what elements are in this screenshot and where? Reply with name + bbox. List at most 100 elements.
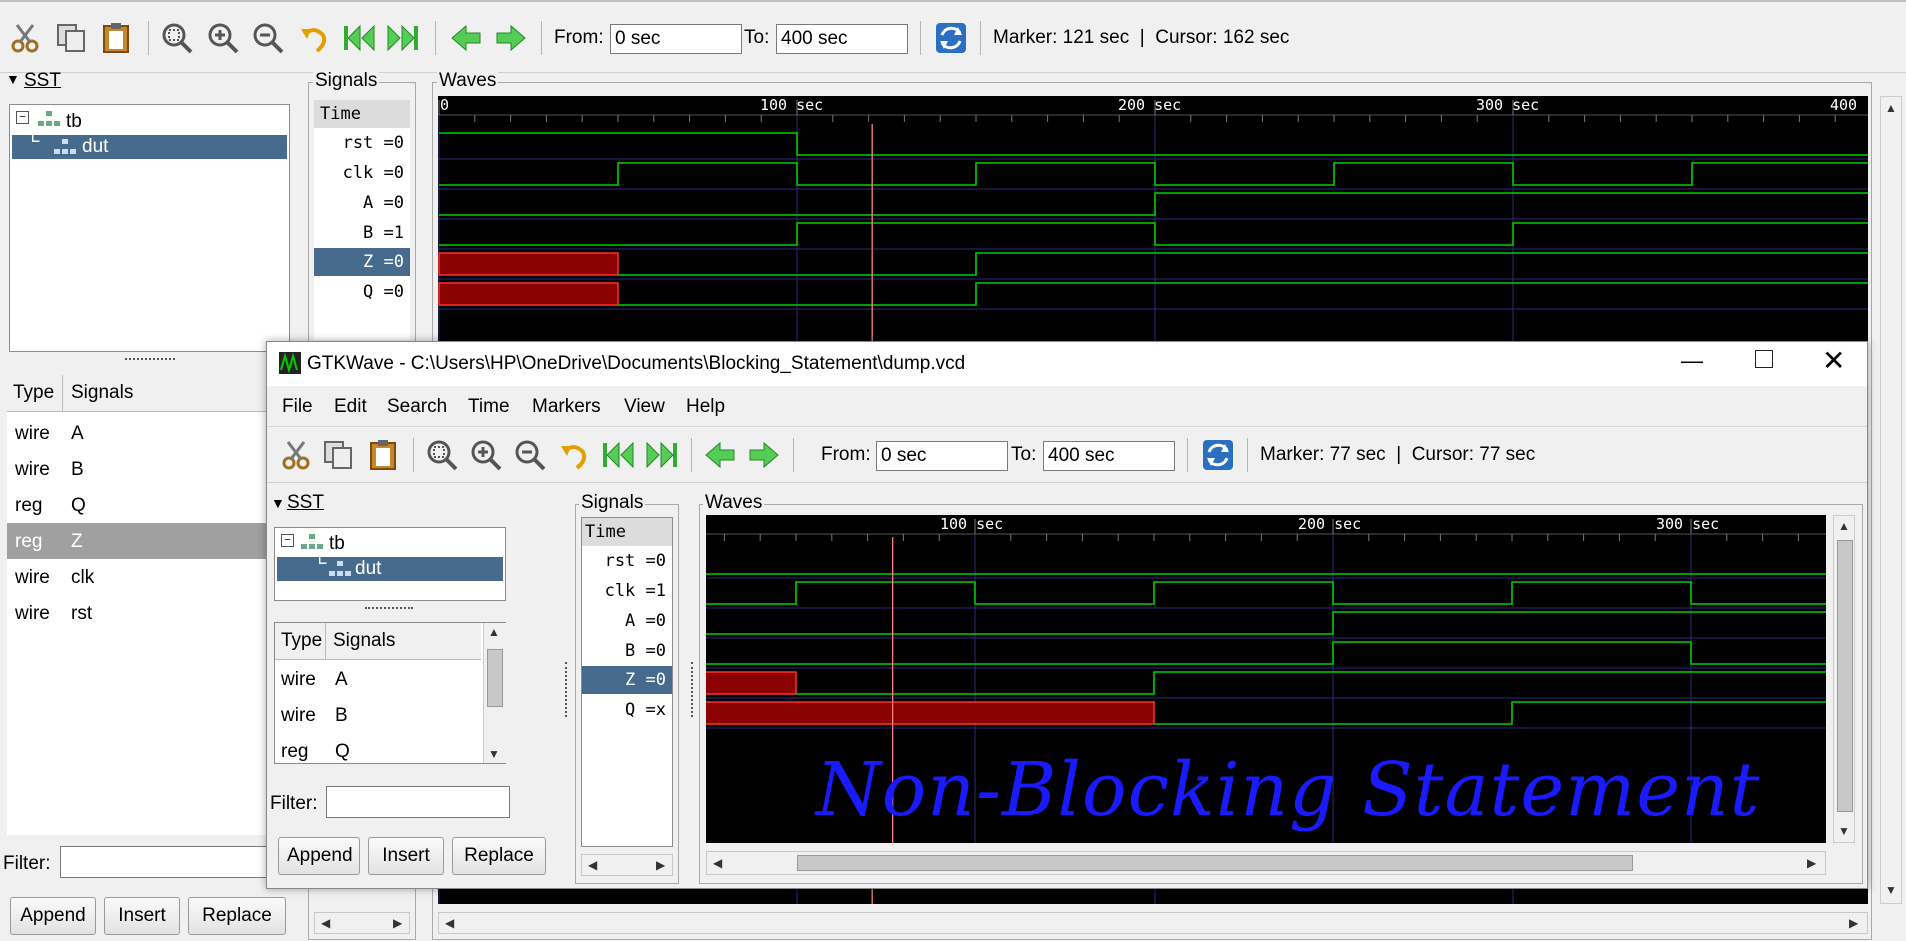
signal-row[interactable]: B =1 <box>314 219 410 247</box>
zoom-to-end-icon[interactable] <box>645 438 679 472</box>
scroll-thumb[interactable] <box>1837 540 1853 812</box>
copy-icon[interactable] <box>54 21 88 55</box>
zoom-in-icon[interactable] <box>206 21 240 55</box>
scroll-down-icon[interactable]: ▼ <box>488 747 500 761</box>
scroll-right-icon[interactable]: ▶ <box>393 916 402 930</box>
pane-resize-handle[interactable] <box>365 607 413 613</box>
signals-hscrollbar[interactable]: ◀ ▶ <box>581 854 673 876</box>
zoom-fit-icon[interactable] <box>160 21 194 55</box>
type-column-header[interactable]: Type <box>13 382 54 404</box>
signal-row[interactable]: clk =1 <box>582 577 672 605</box>
tree-item-dut-row[interactable]: └ dut <box>277 553 503 581</box>
paste-icon[interactable] <box>366 438 400 472</box>
expander-arrow-icon[interactable]: ▼ <box>271 495 285 511</box>
signal-row[interactable]: Q =x <box>582 696 672 724</box>
scroll-left-icon[interactable]: ◀ <box>588 858 597 872</box>
signal-row[interactable]: B =0 <box>582 637 672 665</box>
scroll-thumb[interactable] <box>797 855 1633 871</box>
from-input[interactable] <box>876 441 1008 471</box>
maximize-icon[interactable] <box>1755 350 1773 368</box>
decl-row[interactable]: reg Q <box>7 487 267 523</box>
signal-row[interactable]: A =0 <box>314 189 410 217</box>
tree-item-tb[interactable]: tb <box>66 111 82 133</box>
close-icon[interactable]: ✕ <box>1822 344 1845 377</box>
decl-row[interactable]: wire B <box>7 451 267 487</box>
decl-row[interactable]: wire B <box>275 697 481 733</box>
copy-icon[interactable] <box>321 438 355 472</box>
decl-row-selected[interactable]: reg Z <box>7 523 267 559</box>
signal-row-selected[interactable]: Z =0 <box>314 248 410 276</box>
waves-vscrollbar[interactable]: ▲ ▼ <box>1880 96 1902 904</box>
pane-resize-handle[interactable] <box>565 662 570 717</box>
scroll-left-icon[interactable]: ◀ <box>321 916 330 930</box>
pane-resize-handle[interactable] <box>125 358 175 364</box>
menu-file[interactable]: File <box>282 396 313 418</box>
decl-row[interactable]: wire clk <box>7 559 267 595</box>
menu-markers[interactable]: Markers <box>532 396 601 418</box>
waves-hscrollbar[interactable]: ◀ ▶ <box>438 912 1868 934</box>
find-next-edge-icon[interactable] <box>494 21 528 55</box>
cut-icon[interactable] <box>8 21 42 55</box>
signals-hscrollbar[interactable]: ◀ ▶ <box>314 912 410 934</box>
signal-row[interactable]: Q =0 <box>314 278 410 306</box>
insert-button[interactable]: Insert <box>368 837 444 875</box>
zoom-out-icon[interactable] <box>513 438 547 472</box>
pane-resize-handle[interactable] <box>691 662 696 717</box>
filter-input[interactable] <box>60 846 270 878</box>
replace-button[interactable]: Replace <box>188 897 286 935</box>
to-input[interactable] <box>1043 441 1175 471</box>
append-button[interactable]: Append <box>10 897 96 935</box>
title-bar[interactable]: GTKWave - C:\Users\HP\OneDrive\Documents… <box>267 342 1867 386</box>
undo-zoom-icon[interactable] <box>557 438 591 472</box>
undo-zoom-icon[interactable] <box>297 21 331 55</box>
collapse-icon[interactable]: − <box>16 111 29 124</box>
menu-edit[interactable]: Edit <box>334 396 367 418</box>
zoom-to-start-icon[interactable] <box>601 438 635 472</box>
replace-button[interactable]: Replace <box>452 837 546 875</box>
decl-vscrollbar[interactable]: ▲ ▼ <box>483 623 506 763</box>
insert-button[interactable]: Insert <box>104 897 180 935</box>
waves-vscrollbar[interactable]: ▲ ▼ <box>1833 515 1855 843</box>
tree-item-dut-row[interactable]: └ dut <box>12 131 287 159</box>
signal-row-selected[interactable]: Z =0 <box>582 666 672 694</box>
scroll-right-icon[interactable]: ▶ <box>1849 916 1858 930</box>
zoom-to-end-icon[interactable] <box>386 21 420 55</box>
from-input[interactable] <box>610 24 742 54</box>
scroll-left-icon[interactable]: ◀ <box>445 916 454 930</box>
waves-hscrollbar[interactable]: ◀ ▶ <box>706 851 1826 875</box>
zoom-fit-icon[interactable] <box>425 438 459 472</box>
signal-row[interactable]: clk =0 <box>314 159 410 187</box>
menu-help[interactable]: Help <box>686 396 725 418</box>
cut-icon[interactable] <box>279 438 313 472</box>
menu-time[interactable]: Time <box>468 396 510 418</box>
scroll-thumb[interactable] <box>487 649 503 707</box>
type-column-header[interactable]: Type <box>281 630 322 652</box>
decl-row[interactable]: wire rst <box>7 595 267 631</box>
wave-canvas[interactable]: 100 sec 200 sec 300 sec Non-Blocking Sta… <box>706 515 1826 843</box>
scroll-right-icon[interactable]: ▶ <box>656 858 665 872</box>
scroll-up-icon[interactable]: ▲ <box>1838 519 1850 533</box>
minimize-icon[interactable]: — <box>1681 348 1703 374</box>
signal-row[interactable]: A =0 <box>582 607 672 635</box>
reload-icon[interactable] <box>1201 438 1235 472</box>
signal-row[interactable]: rst =0 <box>314 129 410 157</box>
reload-icon[interactable] <box>934 21 968 55</box>
menu-search[interactable]: Search <box>387 396 447 418</box>
zoom-to-start-icon[interactable] <box>342 21 376 55</box>
filter-input[interactable] <box>326 786 510 818</box>
scroll-right-icon[interactable]: ▶ <box>1807 856 1816 870</box>
decl-row[interactable]: wire A <box>275 661 481 697</box>
zoom-out-icon[interactable] <box>251 21 285 55</box>
decl-row[interactable]: wire A <box>7 415 267 451</box>
zoom-in-icon[interactable] <box>469 438 503 472</box>
menu-view[interactable]: View <box>624 396 665 418</box>
scroll-down-icon[interactable]: ▼ <box>1838 824 1850 838</box>
scroll-up-icon[interactable]: ▲ <box>488 625 500 639</box>
find-next-edge-icon[interactable] <box>747 438 781 472</box>
paste-icon[interactable] <box>99 21 133 55</box>
collapse-icon[interactable]: − <box>281 534 294 547</box>
signals-column-header[interactable]: Signals <box>333 630 395 652</box>
scroll-down-icon[interactable]: ▼ <box>1885 883 1897 897</box>
find-previous-edge-icon[interactable] <box>703 438 737 472</box>
expander-arrow-icon[interactable]: ▼ <box>6 71 20 87</box>
